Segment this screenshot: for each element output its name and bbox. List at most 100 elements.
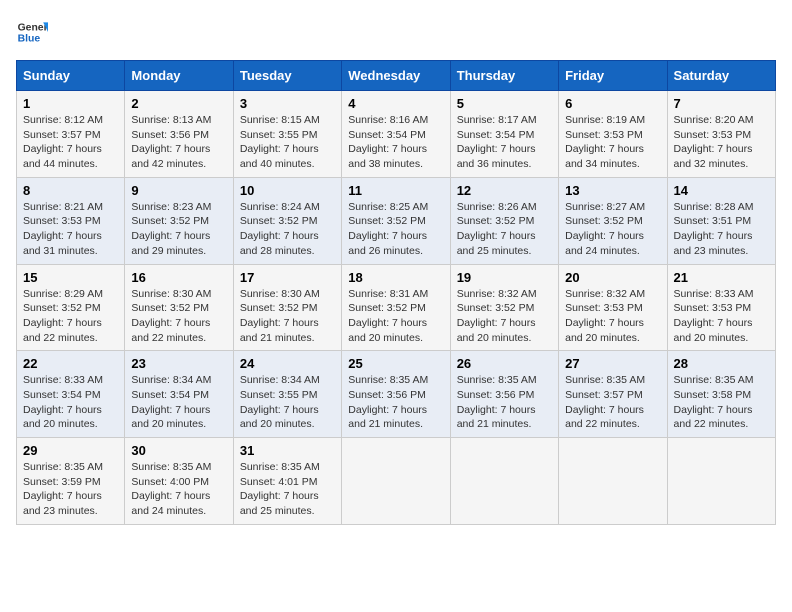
- day-number: 26: [457, 356, 552, 371]
- day-number: 25: [348, 356, 443, 371]
- calendar-cell: 26 Sunrise: 8:35 AMSunset: 3:56 PMDayligh…: [450, 351, 558, 438]
- day-number: 8: [23, 183, 118, 198]
- calendar-cell: 25Sunrise: 8:35 AMSunset: 3:56 PMDayligh…: [342, 351, 450, 438]
- calendar-cell: 17Sunrise: 8:30 AMSunset: 3:52 PMDayligh…: [233, 264, 341, 351]
- calendar-cell: 19 Sunrise: 8:32 AMSunset: 3:52 PMDayligh…: [450, 264, 558, 351]
- day-info: Sunrise: 8:28 AMSunset: 3:51 PMDaylight:…: [674, 200, 769, 259]
- day-number: 18: [348, 270, 443, 285]
- day-number: 30: [131, 443, 226, 458]
- day-number: 24: [240, 356, 335, 371]
- day-info: Sunrise: 8:15 AMSunset: 3:55 PMDaylight:…: [240, 113, 335, 172]
- day-info: Sunrise: 8:35 AMSunset: 3:56 PMDaylight:…: [457, 373, 552, 432]
- calendar-header-row: SundayMondayTuesdayWednesdayThursdayFrid…: [17, 61, 776, 91]
- calendar-cell: 2 Sunrise: 8:13 AMSunset: 3:56 PMDaylight…: [125, 91, 233, 178]
- calendar-cell: 13 Sunrise: 8:27 AMSunset: 3:52 PMDayligh…: [559, 177, 667, 264]
- day-info: Sunrise: 8:26 AMSunset: 3:52 PMDaylight:…: [457, 200, 552, 259]
- calendar-week-row: 1 Sunrise: 8:12 AMSunset: 3:57 PMDaylight…: [17, 91, 776, 178]
- calendar-cell: 12Sunrise: 8:26 AMSunset: 3:52 PMDayligh…: [450, 177, 558, 264]
- calendar-cell: 20 Sunrise: 8:32 AMSunset: 3:53 PMDayligh…: [559, 264, 667, 351]
- day-number: 10: [240, 183, 335, 198]
- calendar-cell: 16Sunrise: 8:30 AMSunset: 3:52 PMDayligh…: [125, 264, 233, 351]
- day-info: Sunrise: 8:12 AMSunset: 3:57 PMDaylight:…: [23, 113, 118, 172]
- calendar-cell: 24 Sunrise: 8:34 AMSunset: 3:55 PMDayligh…: [233, 351, 341, 438]
- calendar-cell: 9 Sunrise: 8:23 AMSunset: 3:52 PMDaylight…: [125, 177, 233, 264]
- calendar-week-row: 15 Sunrise: 8:29 AMSunset: 3:52 PMDayligh…: [17, 264, 776, 351]
- calendar-cell: [342, 438, 450, 525]
- weekday-header: Thursday: [450, 61, 558, 91]
- calendar-body: 1 Sunrise: 8:12 AMSunset: 3:57 PMDaylight…: [17, 91, 776, 525]
- calendar-cell: 5 Sunrise: 8:17 AMSunset: 3:54 PMDaylight…: [450, 91, 558, 178]
- day-number: 22: [23, 356, 118, 371]
- day-info: Sunrise: 8:32 AMSunset: 3:53 PMDaylight:…: [565, 287, 660, 346]
- day-info: Sunrise: 8:30 AMSunset: 3:52 PMDaylight:…: [240, 287, 335, 346]
- day-info: Sunrise: 8:35 AMSunset: 3:59 PMDaylight:…: [23, 460, 118, 519]
- calendar-cell: 29 Sunrise: 8:35 AMSunset: 3:59 PMDayligh…: [17, 438, 125, 525]
- calendar-cell: 30 Sunrise: 8:35 AMSunset: 4:00 PMDayligh…: [125, 438, 233, 525]
- weekday-header: Wednesday: [342, 61, 450, 91]
- day-info: Sunrise: 8:33 AMSunset: 3:53 PMDaylight:…: [674, 287, 769, 346]
- day-number: 2: [131, 96, 226, 111]
- day-number: 19: [457, 270, 552, 285]
- day-info: Sunrise: 8:17 AMSunset: 3:54 PMDaylight:…: [457, 113, 552, 172]
- calendar-cell: 4 Sunrise: 8:16 AMSunset: 3:54 PMDaylight…: [342, 91, 450, 178]
- day-number: 9: [131, 183, 226, 198]
- day-number: 20: [565, 270, 660, 285]
- logo-icon: General Blue: [16, 16, 48, 48]
- weekday-header: Monday: [125, 61, 233, 91]
- day-number: 21: [674, 270, 769, 285]
- day-info: Sunrise: 8:21 AMSunset: 3:53 PMDaylight:…: [23, 200, 118, 259]
- calendar-cell: [559, 438, 667, 525]
- calendar-cell: 7Sunrise: 8:20 AMSunset: 3:53 PMDaylight…: [667, 91, 775, 178]
- calendar-cell: 10Sunrise: 8:24 AMSunset: 3:52 PMDayligh…: [233, 177, 341, 264]
- calendar-week-row: 8 Sunrise: 8:21 AMSunset: 3:53 PMDaylight…: [17, 177, 776, 264]
- day-info: Sunrise: 8:35 AMSunset: 3:58 PMDaylight:…: [674, 373, 769, 432]
- day-info: Sunrise: 8:19 AMSunset: 3:53 PMDaylight:…: [565, 113, 660, 172]
- day-number: 29: [23, 443, 118, 458]
- day-number: 13: [565, 183, 660, 198]
- day-number: 4: [348, 96, 443, 111]
- day-info: Sunrise: 8:23 AMSunset: 3:52 PMDaylight:…: [131, 200, 226, 259]
- calendar-cell: 18 Sunrise: 8:31 AMSunset: 3:52 PMDayligh…: [342, 264, 450, 351]
- day-number: 6: [565, 96, 660, 111]
- day-number: 7: [674, 96, 769, 111]
- day-info: Sunrise: 8:34 AMSunset: 3:55 PMDaylight:…: [240, 373, 335, 432]
- day-info: Sunrise: 8:33 AMSunset: 3:54 PMDaylight:…: [23, 373, 118, 432]
- day-info: Sunrise: 8:31 AMSunset: 3:52 PMDaylight:…: [348, 287, 443, 346]
- day-info: Sunrise: 8:25 AMSunset: 3:52 PMDaylight:…: [348, 200, 443, 259]
- calendar-cell: 11 Sunrise: 8:25 AMSunset: 3:52 PMDayligh…: [342, 177, 450, 264]
- calendar-cell: 22 Sunrise: 8:33 AMSunset: 3:54 PMDayligh…: [17, 351, 125, 438]
- calendar-table: SundayMondayTuesdayWednesdayThursdayFrid…: [16, 60, 776, 525]
- weekday-header: Tuesday: [233, 61, 341, 91]
- calendar-cell: 3 Sunrise: 8:15 AMSunset: 3:55 PMDaylight…: [233, 91, 341, 178]
- calendar-cell: 31Sunrise: 8:35 AMSunset: 4:01 PMDayligh…: [233, 438, 341, 525]
- svg-text:General: General: [18, 22, 48, 33]
- day-number: 16: [131, 270, 226, 285]
- calendar-cell: 6 Sunrise: 8:19 AMSunset: 3:53 PMDaylight…: [559, 91, 667, 178]
- day-info: Sunrise: 8:13 AMSunset: 3:56 PMDaylight:…: [131, 113, 226, 172]
- day-info: Sunrise: 8:16 AMSunset: 3:54 PMDaylight:…: [348, 113, 443, 172]
- day-info: Sunrise: 8:27 AMSunset: 3:52 PMDaylight:…: [565, 200, 660, 259]
- day-info: Sunrise: 8:35 AMSunset: 4:00 PMDaylight:…: [131, 460, 226, 519]
- day-number: 11: [348, 183, 443, 198]
- calendar-cell: 21 Sunrise: 8:33 AMSunset: 3:53 PMDayligh…: [667, 264, 775, 351]
- svg-text:Blue: Blue: [18, 34, 41, 45]
- calendar-cell: 14 Sunrise: 8:28 AMSunset: 3:51 PMDayligh…: [667, 177, 775, 264]
- day-number: 15: [23, 270, 118, 285]
- calendar-cell: 8 Sunrise: 8:21 AMSunset: 3:53 PMDaylight…: [17, 177, 125, 264]
- logo: General Blue: [16, 16, 48, 48]
- day-info: Sunrise: 8:35 AMSunset: 4:01 PMDaylight:…: [240, 460, 335, 519]
- day-number: 27: [565, 356, 660, 371]
- day-number: 1: [23, 96, 118, 111]
- calendar-cell: [667, 438, 775, 525]
- day-info: Sunrise: 8:32 AMSunset: 3:52 PMDaylight:…: [457, 287, 552, 346]
- calendar-cell: 28Sunrise: 8:35 AMSunset: 3:58 PMDayligh…: [667, 351, 775, 438]
- day-number: 23: [131, 356, 226, 371]
- page-header: General Blue: [16, 16, 776, 48]
- day-number: 3: [240, 96, 335, 111]
- day-number: 14: [674, 183, 769, 198]
- calendar-cell: 27Sunrise: 8:35 AMSunset: 3:57 PMDayligh…: [559, 351, 667, 438]
- day-info: Sunrise: 8:29 AMSunset: 3:52 PMDaylight:…: [23, 287, 118, 346]
- weekday-header: Saturday: [667, 61, 775, 91]
- day-number: 5: [457, 96, 552, 111]
- day-info: Sunrise: 8:34 AMSunset: 3:54 PMDaylight:…: [131, 373, 226, 432]
